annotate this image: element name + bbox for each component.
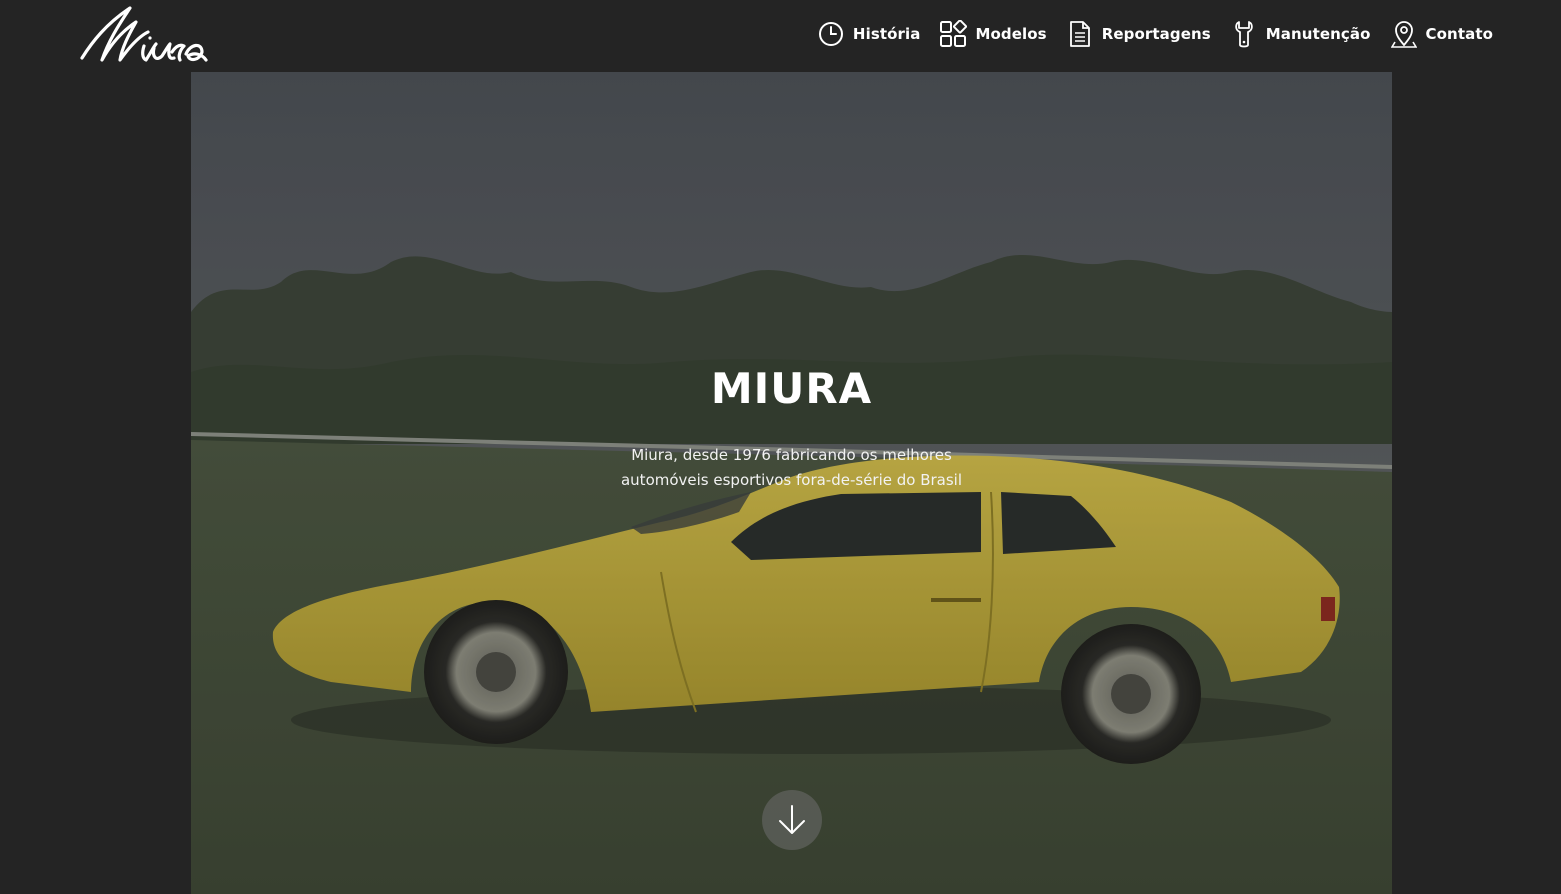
- nav-item-modelos[interactable]: Modelos: [939, 20, 1047, 48]
- nav-label-reportagens: Reportagens: [1101, 25, 1211, 43]
- nav-item-historia[interactable]: História: [817, 20, 921, 48]
- nav-item-contato[interactable]: Contato: [1390, 20, 1493, 48]
- main-nav: História Modelos Reportagens Manutenção …: [798, 18, 1493, 50]
- clock-icon: [817, 20, 845, 48]
- nav-label-contato: Contato: [1425, 25, 1493, 43]
- nav-item-reportagens[interactable]: Reportagens: [1066, 20, 1211, 48]
- location-pin-icon: [1390, 20, 1418, 48]
- top-navbar: História Modelos Reportagens Manutenção …: [0, 0, 1561, 72]
- hero-title: MIURA: [710, 364, 873, 413]
- hero-subtitle: Miura, desde 1976 fabricando os melhores…: [191, 443, 1392, 493]
- arrow-down-icon: [779, 805, 805, 834]
- scroll-down-button[interactable]: [762, 790, 822, 850]
- document-icon: [1066, 20, 1094, 48]
- miura-logo[interactable]: [78, 2, 210, 66]
- hero-subtitle-line1: Miura, desde 1976 fabricando os melhores: [631, 446, 952, 464]
- nav-label-manutencao: Manutenção: [1265, 25, 1371, 43]
- nav-item-manutencao[interactable]: Manutenção: [1230, 20, 1371, 48]
- hero-banner: MIURA Miura, desde 1976 fabricando os me…: [191, 72, 1392, 894]
- hero-subtitle-line2: automóveis esportivos fora-de-série do B…: [620, 471, 963, 489]
- grid-icon: [939, 20, 968, 48]
- nav-label-historia: História: [852, 25, 921, 43]
- nav-label-modelos: Modelos: [975, 25, 1047, 43]
- wrench-icon: [1230, 20, 1258, 48]
- miura-script-logo-icon: [80, 6, 208, 62]
